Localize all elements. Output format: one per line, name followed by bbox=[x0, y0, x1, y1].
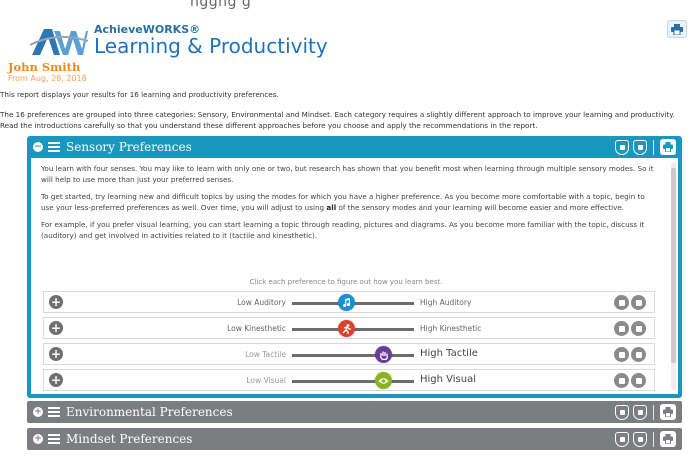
pause-badge-icon[interactable] bbox=[633, 431, 647, 447]
pause-icon[interactable] bbox=[631, 347, 646, 362]
low-label: Low Visual bbox=[246, 376, 286, 385]
sliders-icon bbox=[48, 434, 60, 444]
environmental-section-header[interactable]: + Environmental Preferences bbox=[27, 401, 682, 423]
brand-header: AchieveWORKS® Learning & Productivity bbox=[29, 20, 328, 60]
sensory-para-2: To get started, try learning new and dif… bbox=[41, 192, 657, 213]
thumbs-badge-icon[interactable] bbox=[615, 404, 629, 420]
print-report-button[interactable] bbox=[667, 20, 687, 38]
thumbs-up-icon[interactable] bbox=[614, 321, 629, 336]
low-label: Low Kinesthetic bbox=[227, 324, 286, 333]
intro-summary: This report displays your results for 16… bbox=[0, 90, 279, 99]
preference-track bbox=[292, 380, 414, 383]
print-section-button[interactable] bbox=[660, 431, 676, 447]
mindset-section-title: Mindset Preferences bbox=[66, 432, 193, 446]
printer-icon bbox=[663, 407, 673, 417]
thumbs-up-icon[interactable] bbox=[614, 295, 629, 310]
high-label: High Auditory bbox=[420, 298, 472, 307]
expand-icon[interactable]: + bbox=[33, 434, 43, 444]
high-label: High Kinesthetic bbox=[420, 324, 482, 333]
preference-row-tactile[interactable]: + Low Tactile High Tactile bbox=[43, 343, 655, 365]
thumbs-up-icon[interactable] bbox=[614, 373, 629, 388]
header-divider bbox=[653, 404, 654, 420]
report-date: From Aug, 28, 2018 bbox=[8, 74, 87, 83]
preference-row-visual[interactable]: + Low Visual High Visual bbox=[43, 369, 655, 391]
high-label: High Visual bbox=[420, 374, 477, 385]
sensory-section-body: You learn with four senses. You may like… bbox=[31, 158, 678, 394]
row-actions bbox=[614, 295, 646, 310]
printer-icon bbox=[671, 23, 683, 35]
top-strip-text: nggng g bbox=[190, 0, 252, 10]
header-divider bbox=[653, 431, 654, 447]
sensory-section-header[interactable]: − Sensory Preferences bbox=[27, 136, 682, 158]
expand-icon[interactable]: + bbox=[49, 321, 63, 335]
collapse-icon[interactable]: − bbox=[33, 142, 43, 152]
pause-icon[interactable] bbox=[631, 295, 646, 310]
pause-icon[interactable] bbox=[631, 373, 646, 388]
top-strip: nggng g bbox=[0, 0, 697, 14]
achieveworks-logo-icon bbox=[29, 23, 89, 57]
sensory-para-3: For example, if you prefer visual learni… bbox=[41, 220, 645, 240]
running-figure-icon bbox=[338, 320, 356, 337]
hand-icon bbox=[375, 346, 392, 363]
brand-wordmark: AchieveWORKS® Learning & Productivity bbox=[94, 24, 328, 56]
sensory-section-title: Sensory Preferences bbox=[66, 140, 192, 154]
row-actions bbox=[614, 373, 646, 388]
low-label: Low Tactile bbox=[245, 350, 286, 359]
preference-row-auditory[interactable]: + Low Auditory High Auditory bbox=[43, 291, 655, 313]
printer-icon bbox=[663, 142, 673, 152]
sensory-section: − Sensory Preferences You learn with fou… bbox=[27, 136, 682, 398]
eye-icon bbox=[375, 372, 392, 389]
row-actions bbox=[614, 347, 646, 362]
thumbs-badge-icon[interactable] bbox=[615, 139, 629, 155]
scrollbar[interactable] bbox=[671, 162, 676, 390]
header-divider bbox=[653, 139, 654, 155]
intro-categories: The 16 preferences are grouped into thre… bbox=[0, 110, 675, 130]
pause-icon[interactable] bbox=[631, 321, 646, 336]
sliders-icon bbox=[48, 407, 60, 417]
expand-icon[interactable]: + bbox=[49, 295, 63, 309]
printer-icon bbox=[663, 434, 673, 444]
mindset-section-header[interactable]: + Mindset Preferences bbox=[27, 428, 682, 450]
expand-icon[interactable]: + bbox=[49, 373, 63, 387]
sliders-icon bbox=[48, 142, 60, 152]
brand-title: Learning & Productivity bbox=[94, 34, 328, 58]
high-label: High Tactile bbox=[420, 348, 478, 359]
music-note-icon bbox=[338, 294, 356, 311]
thumbs-up-icon[interactable] bbox=[614, 347, 629, 362]
sensory-intro: You learn with four senses. You may like… bbox=[41, 164, 657, 248]
print-section-button[interactable] bbox=[660, 139, 676, 155]
expand-icon[interactable]: + bbox=[49, 347, 63, 361]
sensory-para-2-end: of the sensory modes and your learning w… bbox=[336, 202, 625, 212]
sensory-para-2-bold: all bbox=[326, 202, 337, 212]
sensory-para-1: You learn with four senses. You may like… bbox=[41, 164, 654, 184]
low-label: Low Auditory bbox=[237, 298, 286, 307]
row-actions bbox=[614, 321, 646, 336]
preference-track bbox=[292, 354, 414, 357]
click-hint: Click each preference to figure out how … bbox=[249, 278, 443, 286]
environmental-section-title: Environmental Preferences bbox=[66, 405, 233, 419]
user-name: John Smith bbox=[8, 60, 81, 74]
thumbs-badge-icon[interactable] bbox=[615, 431, 629, 447]
preference-row-kinesthetic[interactable]: + Low Kinesthetic High Kinesthetic bbox=[43, 317, 655, 339]
pause-badge-icon[interactable] bbox=[633, 139, 647, 155]
scrollbar-thumb[interactable] bbox=[671, 168, 676, 363]
pause-badge-icon[interactable] bbox=[633, 404, 647, 420]
print-section-button[interactable] bbox=[660, 404, 676, 420]
expand-icon[interactable]: + bbox=[33, 407, 43, 417]
